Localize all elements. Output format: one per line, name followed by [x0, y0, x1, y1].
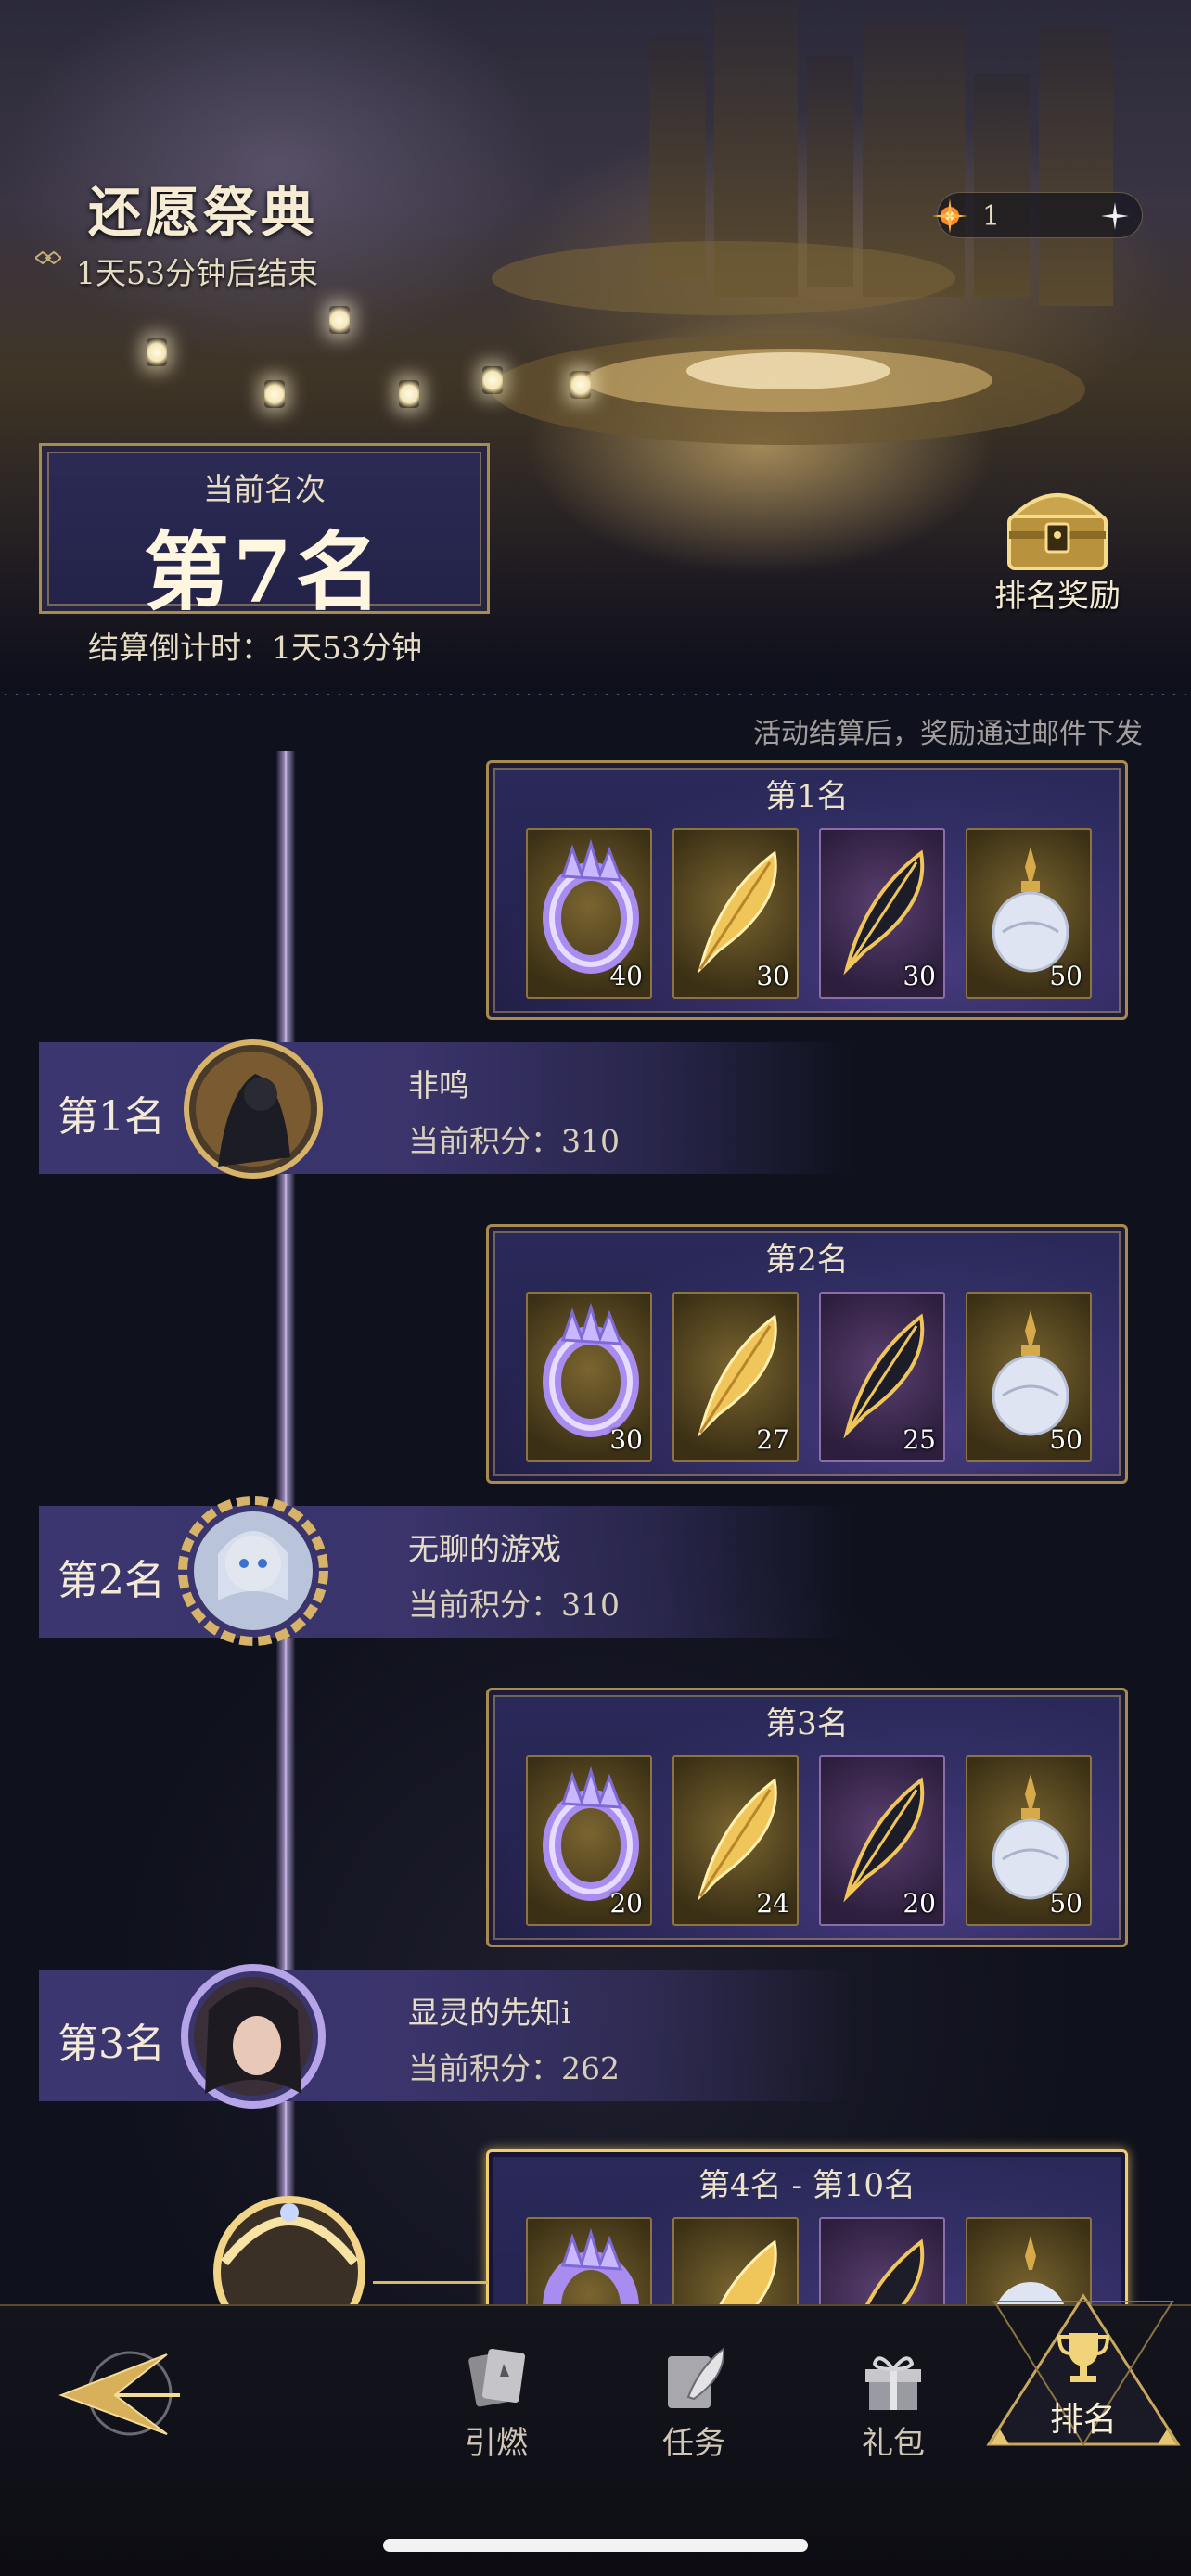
- nav-tab-label: 礼包: [862, 2425, 925, 2462]
- settlement-countdown: 结算倒计时：1天53分钟: [88, 630, 422, 666]
- lantern-decor: [264, 380, 285, 408]
- reward-item[interactable]: 30: [819, 828, 945, 999]
- crystal-ring-icon: [543, 1766, 639, 1901]
- player-rank: 第1名: [58, 1093, 165, 1141]
- currency-counter[interactable]: 1: [932, 192, 1143, 238]
- reward-tier-card[interactable]: 第3名 20 24 20 50: [486, 1688, 1128, 1947]
- lantern-decor: [570, 371, 591, 399]
- player-name: 显灵的先知i: [408, 1995, 571, 2031]
- nav-tab-tasks[interactable]: 任务: [629, 2341, 759, 2463]
- reward-item[interactable]: 30: [672, 828, 799, 999]
- banner-artwork: [492, 0, 1113, 445]
- player-score: 当前积分：262: [408, 2050, 620, 2086]
- lantern-decor: [147, 338, 167, 366]
- reward-tier-title: 第1名: [765, 778, 849, 815]
- reward-quantity: 40: [609, 961, 643, 991]
- reward-item[interactable]: 27: [672, 1292, 799, 1462]
- lantern-decor: [482, 366, 503, 394]
- scroll-feather-icon: [668, 2347, 725, 2408]
- treasure-chest-icon: [1007, 493, 1108, 570]
- reward-quantity: 30: [756, 961, 789, 991]
- current-rank-panel: 当前名次 第7名: [39, 443, 490, 622]
- dark-feather-icon: [843, 1313, 925, 1439]
- nav-tab-ranking[interactable]: 排名: [981, 2290, 1185, 2448]
- lantern-decor: [399, 380, 419, 408]
- golden-feather-icon: [698, 1314, 777, 1437]
- leaderboard-row[interactable]: 第3名 显灵的先知i 当前积分：262: [39, 1970, 855, 2101]
- divider: [0, 694, 1191, 695]
- reward-tier-card[interactable]: 第1名 40 30 30 50: [486, 760, 1128, 1020]
- reward-quantity: 24: [756, 1888, 789, 1919]
- potion-bottle-icon: [992, 1774, 1069, 1900]
- reward-tier-title: 第2名: [765, 1242, 849, 1279]
- dark-feather-icon: [843, 849, 925, 976]
- mail-reward-note: 活动结算后，奖励通过邮件下发: [753, 718, 1143, 750]
- rank-rewards-button[interactable]: 排名奖励: [983, 478, 1132, 617]
- player-rank: 第3名: [58, 2021, 165, 2068]
- player-avatar[interactable]: [172, 1489, 335, 1652]
- reward-tier-title: 第3名: [765, 1705, 849, 1742]
- dark-feather-icon: [843, 1777, 925, 1903]
- reward-quantity: 20: [609, 1888, 643, 1919]
- reward-item[interactable]: 40: [526, 828, 652, 999]
- event-end-time: 1天53分钟后结束: [76, 255, 318, 291]
- reward-quantity: 25: [903, 1424, 936, 1455]
- player-name: 无聊的游戏: [408, 1531, 561, 1567]
- event-title: 还愿祭典: [88, 181, 319, 244]
- player-score: 当前积分：310: [408, 1123, 620, 1159]
- crystal-ring-icon: [543, 1303, 639, 1437]
- back-arrow-icon[interactable]: [56, 2341, 186, 2445]
- add-currency-icon[interactable]: [1097, 198, 1133, 234]
- leaderboard-row[interactable]: 第2名 无聊的游戏 当前积分：310: [39, 1506, 855, 1638]
- player-avatar[interactable]: [172, 1027, 335, 1191]
- reward-item[interactable]: 50: [966, 1292, 1092, 1462]
- reward-item[interactable]: 20: [819, 1755, 945, 1926]
- diamond-decor-icon: [35, 250, 61, 265]
- nav-tab-label: 任务: [662, 2425, 725, 2462]
- cards-icon: [468, 2348, 526, 2407]
- event-banner: 还愿祭典 1天53分钟后结束 1 当前名次 第7名 结算倒计时：1天53分钟 排…: [0, 0, 1191, 686]
- ember-currency-icon: [932, 198, 967, 234]
- rank-rewards-label: 排名奖励: [994, 578, 1121, 615]
- player-name: 非鸣: [408, 1067, 469, 1103]
- reward-item[interactable]: 20: [526, 1755, 652, 1926]
- nav-tab-label: 引燃: [465, 2425, 528, 2462]
- home-indicator[interactable]: [383, 2539, 808, 2552]
- reward-item[interactable]: 25: [819, 1292, 945, 1462]
- trophy-icon: [1057, 2333, 1110, 2382]
- currency-amount: 1: [982, 200, 1001, 233]
- current-rank-value: 第7名: [143, 522, 385, 622]
- player-score: 当前积分：310: [408, 1587, 620, 1623]
- reward-quantity: 20: [903, 1888, 936, 1919]
- crystal-ring-icon: [543, 839, 639, 974]
- reward-quantity: 30: [609, 1424, 643, 1455]
- nav-tab-gift[interactable]: 礼包: [828, 2341, 958, 2463]
- nav-tab-label: 排名: [1049, 2401, 1117, 2439]
- connector-line: [373, 2281, 488, 2284]
- potion-bottle-icon: [992, 1310, 1069, 1436]
- golden-feather-icon: [698, 1778, 777, 1901]
- nav-tab-ignite[interactable]: 引燃: [431, 2341, 561, 2463]
- reward-quantity: 50: [1049, 1424, 1082, 1455]
- player-rank: 第2名: [58, 1557, 165, 1604]
- reward-item[interactable]: 24: [672, 1755, 799, 1926]
- reward-tier-title: 第4名 - 第10名: [698, 2167, 916, 2204]
- leaderboard-row[interactable]: 第1名 非鸣 当前积分：310: [39, 1042, 855, 1174]
- reward-quantity: 30: [903, 961, 936, 991]
- reward-quantity: 50: [1049, 1888, 1082, 1919]
- gift-box-icon: [865, 2356, 921, 2410]
- reward-quantity: 50: [1049, 961, 1082, 991]
- golden-feather-icon: [698, 850, 777, 974]
- reward-quantity: 27: [756, 1424, 789, 1455]
- lantern-decor: [329, 306, 350, 334]
- reward-item[interactable]: 50: [966, 828, 1092, 999]
- reward-tier-card[interactable]: 第2名 30 27 25 50: [486, 1224, 1128, 1484]
- reward-item[interactable]: 30: [526, 1292, 652, 1462]
- current-rank-label: 当前名次: [203, 471, 326, 507]
- potion-bottle-icon: [992, 847, 1069, 973]
- reward-item[interactable]: 50: [966, 1755, 1092, 1926]
- player-avatar[interactable]: [172, 1955, 335, 2118]
- my-rank-avatar[interactable]: [206, 2188, 373, 2318]
